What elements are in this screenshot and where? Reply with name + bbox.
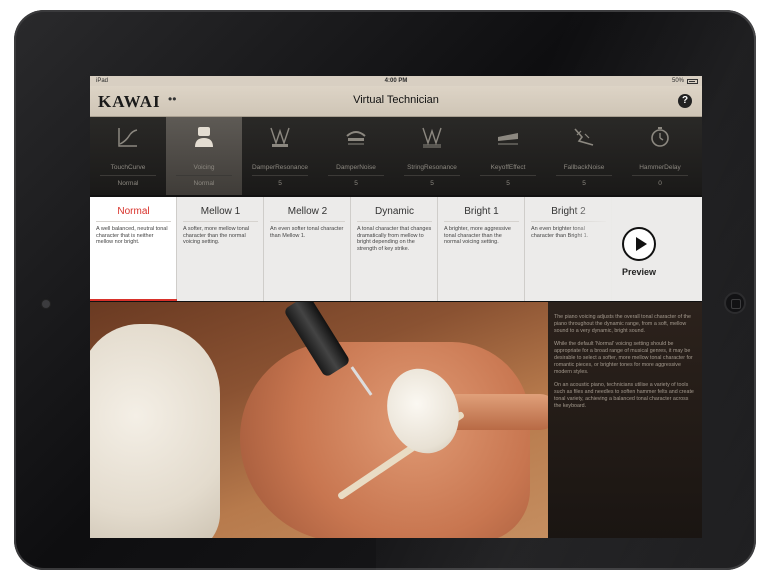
battery-percent: 50%	[671, 78, 684, 84]
voicing-option-mellow-1[interactable]: Mellow 1 A softer, more mellow tonal cha…	[177, 197, 264, 301]
param-hammer-delay[interactable]: HammerDelay 0	[622, 117, 702, 195]
param-divider	[328, 175, 384, 176]
front-camera	[42, 300, 50, 308]
param-value: 5	[582, 180, 586, 187]
description-text: The piano voicing adjusts the overall to…	[554, 314, 694, 416]
fallback-noise-icon	[574, 128, 594, 146]
param-label: DamperResonance	[251, 164, 308, 171]
param-label: KeyoffEffect	[490, 164, 526, 171]
param-divider	[632, 175, 688, 176]
param-divider	[556, 175, 612, 176]
voicing-option-dynamic[interactable]: Dynamic A tonal character that changes d…	[351, 197, 438, 301]
param-divider	[176, 175, 232, 176]
option-divider	[183, 221, 258, 222]
option-title: Bright 1	[464, 206, 499, 217]
damper-noise-icon	[346, 131, 366, 145]
param-fallback-noise[interactable]: FallbackNoise 5	[546, 117, 622, 195]
ipad-device: iPad 4:00 PM 50% KAWAI •• Virtual Techni…	[14, 10, 756, 570]
voicing-icon	[195, 127, 213, 147]
option-description: A softer, more mellow tonal character th…	[183, 226, 250, 245]
param-label: HammerDelay	[639, 164, 681, 171]
param-value: 5	[278, 180, 282, 187]
param-value: 5	[430, 180, 434, 187]
page-title: Virtual Technician	[353, 94, 439, 106]
description-paragraph: While the default 'Normal' voicing setti…	[554, 341, 693, 375]
param-divider	[252, 175, 308, 176]
param-value: Normal	[193, 180, 215, 187]
param-damper-noise[interactable]: DamperNoise 5	[318, 117, 394, 195]
param-label: TouchCurve	[110, 164, 146, 171]
description-paragraph: On an acoustic piano, technicians utilis…	[554, 382, 694, 409]
battery-icon	[687, 79, 698, 84]
option-description: An even softer tonal character than Mell…	[270, 226, 344, 239]
voicing-option-normal[interactable]: Normal A well balanced, neutral tonal ch…	[90, 197, 177, 301]
status-bar: iPad 4:00 PM 50%	[90, 76, 702, 86]
parameter-toolbar: TouchCurve Normal Voicing Normal DamperR…	[90, 117, 702, 195]
hammer-delay-icon	[651, 127, 669, 147]
param-label: FallbackNoise	[563, 164, 605, 171]
param-label: DamperNoise	[336, 164, 376, 171]
help-icon[interactable]: ?	[678, 94, 692, 108]
option-description: A brighter, more aggressive tonal charac…	[444, 226, 511, 245]
param-value: 5	[506, 180, 510, 187]
voicing-photo	[90, 302, 548, 538]
param-touch-curve[interactable]: TouchCurve Normal	[90, 117, 166, 195]
clock: 4:00 PM	[384, 78, 408, 84]
option-description: A tonal character that changes dramatica…	[357, 226, 432, 252]
voicing-option-mellow-2[interactable]: Mellow 2 An even softer tonal character …	[264, 197, 351, 301]
param-divider	[404, 175, 460, 176]
param-label: StringResonance	[407, 164, 457, 171]
option-title: Mellow 2	[287, 206, 328, 217]
param-keyoff-effect[interactable]: KeyoffEffect 5	[470, 117, 546, 195]
option-divider	[270, 221, 345, 222]
voicing-option-bright-1[interactable]: Bright 1 A brighter, more aggressive ton…	[438, 197, 525, 301]
param-divider	[480, 175, 536, 176]
param-value: 5	[354, 180, 358, 187]
keyoff-effect-icon	[498, 133, 518, 145]
param-damper-resonance[interactable]: DamperResonance 5	[242, 117, 318, 195]
option-title: Mellow 1	[200, 206, 241, 217]
param-label: Voicing	[193, 164, 215, 171]
string-resonance-icon	[422, 127, 442, 148]
damper-resonance-icon	[270, 127, 290, 147]
technician-hand-image	[240, 342, 530, 538]
play-icon[interactable]	[622, 227, 656, 261]
preview-button-label[interactable]: Preview	[610, 267, 668, 277]
option-title: Normal	[117, 206, 150, 217]
app-screen: iPad 4:00 PM 50% KAWAI •• Virtual Techni…	[90, 76, 702, 538]
voicing-options: Normal A well balanced, neutral tonal ch…	[90, 197, 702, 301]
param-divider	[100, 175, 156, 176]
option-title: Dynamic	[375, 206, 414, 217]
description-paragraph: The piano voicing adjusts the overall to…	[554, 314, 691, 334]
home-button[interactable]	[724, 292, 746, 314]
param-value: 0	[658, 180, 662, 187]
option-divider	[96, 221, 171, 222]
touch-curve-icon	[118, 128, 138, 147]
param-string-resonance[interactable]: StringResonance 5	[394, 117, 470, 195]
option-description: A well balanced, neutral tonal character…	[96, 226, 168, 245]
hammer-felt-image	[90, 324, 220, 538]
nav-bar: KAWAI •• Virtual Technician ?	[90, 86, 702, 117]
param-value: Normal	[117, 180, 139, 187]
param-voicing[interactable]: Voicing Normal	[166, 117, 242, 195]
option-divider	[444, 221, 519, 222]
option-divider	[357, 221, 432, 222]
description-panel: The piano voicing adjusts the overall to…	[548, 302, 702, 538]
